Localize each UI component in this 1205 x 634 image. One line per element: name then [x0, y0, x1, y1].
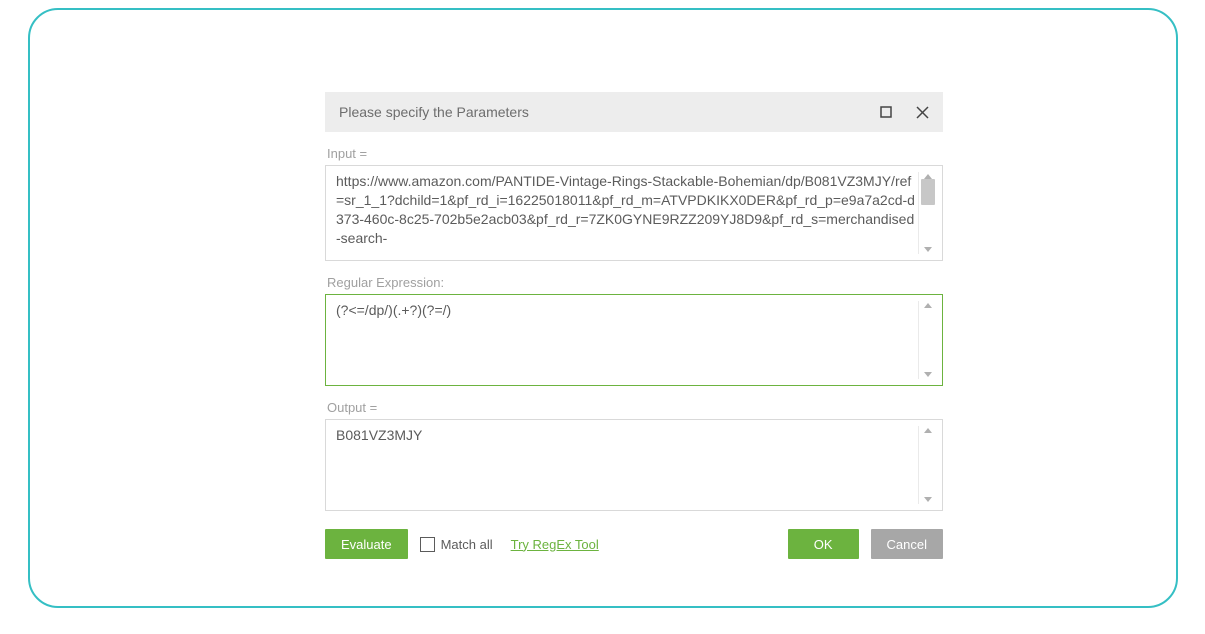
match-all-option[interactable]: Match all [420, 537, 493, 552]
regex-scrollbar[interactable] [918, 301, 936, 379]
dialog-title: Please specify the Parameters [339, 104, 529, 120]
regex-label: Regular Expression: [327, 275, 943, 290]
regex-textbox[interactable]: (?<=/dp/)(.+?)(?=/) [325, 294, 943, 386]
input-scrollbar[interactable] [918, 172, 936, 254]
ok-button[interactable]: OK [788, 529, 859, 559]
evaluate-button[interactable]: Evaluate [325, 529, 408, 559]
scroll-down-icon[interactable] [924, 497, 932, 502]
dialog-footer: Evaluate Match all Try RegEx Tool OK Can… [325, 529, 943, 559]
scroll-up-icon[interactable] [924, 303, 932, 308]
try-regex-tool-link[interactable]: Try RegEx Tool [511, 537, 599, 552]
scroll-down-icon[interactable] [924, 372, 932, 377]
input-label: Input = [327, 146, 943, 161]
close-icon[interactable] [915, 105, 929, 119]
outer-frame: Please specify the Parameters Input = ht… [28, 8, 1178, 608]
match-all-label: Match all [441, 537, 493, 552]
maximize-icon[interactable] [879, 105, 893, 119]
output-label: Output = [327, 400, 943, 415]
input-value: https://www.amazon.com/PANTIDE-Vintage-R… [336, 172, 918, 254]
regex-value: (?<=/dp/)(.+?)(?=/) [336, 301, 918, 379]
dialog-titlebar: Please specify the Parameters [325, 92, 943, 132]
parameters-dialog: Please specify the Parameters Input = ht… [325, 92, 943, 559]
scroll-thumb[interactable] [921, 179, 935, 205]
output-scrollbar[interactable] [918, 426, 936, 504]
scroll-down-icon[interactable] [924, 247, 932, 252]
match-all-checkbox[interactable] [420, 537, 435, 552]
scroll-up-icon[interactable] [924, 428, 932, 433]
output-value: B081VZ3MJY [336, 426, 918, 504]
output-textbox[interactable]: B081VZ3MJY [325, 419, 943, 511]
cancel-button[interactable]: Cancel [871, 529, 943, 559]
input-textbox[interactable]: https://www.amazon.com/PANTIDE-Vintage-R… [325, 165, 943, 261]
